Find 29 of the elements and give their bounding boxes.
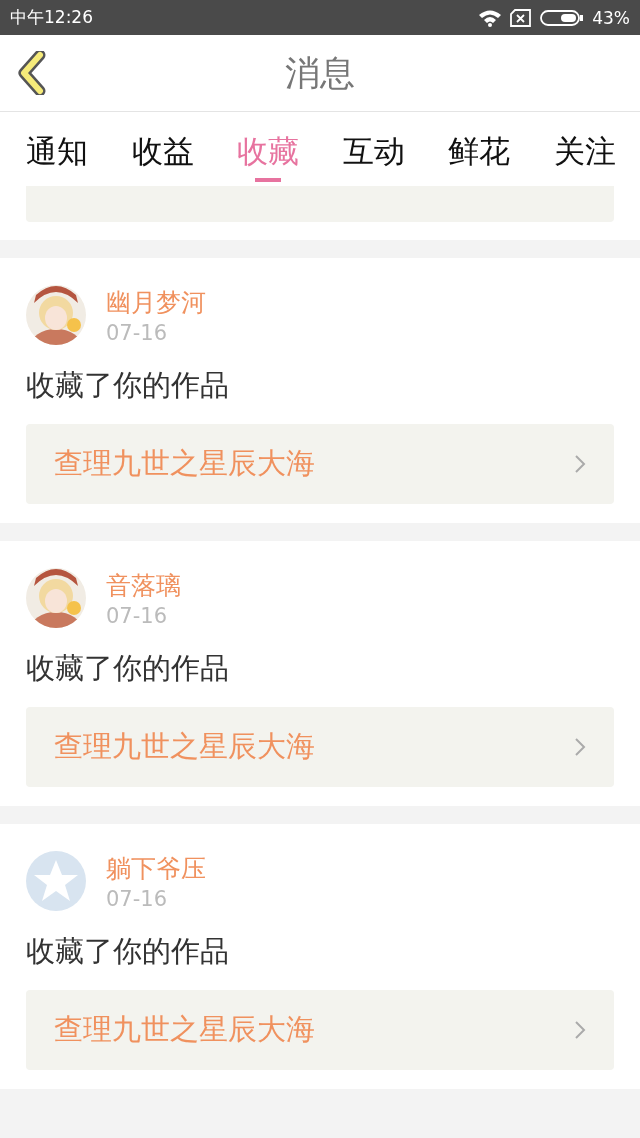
chevron-right-icon — [574, 737, 586, 757]
back-button[interactable] — [16, 51, 48, 98]
battery-percentage: 43% — [592, 7, 630, 28]
user-name[interactable]: 躺下爷压 — [106, 851, 206, 885]
message-date: 07-16 — [106, 320, 169, 345]
message-text: 收藏了你的作品 — [26, 650, 230, 687]
message-date: 07-16 — [106, 603, 169, 628]
user-name[interactable]: 音落璃 — [106, 568, 181, 602]
work-link[interactable]: 查理九世之星辰大海 — [26, 424, 614, 504]
tab[interactable]: 收藏 — [233, 112, 304, 182]
message-date: 07-16 — [106, 886, 169, 911]
chevron-right-icon — [574, 1020, 586, 1040]
tab[interactable]: 关注 — [549, 112, 620, 182]
tab[interactable]: 鲜花 — [444, 112, 515, 182]
status-time: 中午12:26 — [10, 6, 93, 29]
default-avatar-icon — [26, 851, 86, 911]
page-title: 消息 — [285, 51, 355, 95]
message-text: 收藏了你的作品 — [26, 933, 230, 970]
battery-icon — [540, 8, 585, 27]
tab[interactable]: 通知 — [22, 112, 92, 182]
sim-card-icon — [510, 8, 533, 27]
message-text: 收藏了你的作品 — [26, 367, 230, 404]
work-link[interactable]: 查理九世之星辰大海 — [26, 990, 614, 1070]
tab[interactable]: 互动 — [338, 112, 409, 182]
user-name[interactable]: 幽月梦河 — [106, 285, 206, 319]
tab[interactable]: 收益 — [127, 112, 198, 182]
chevron-right-icon — [574, 454, 586, 474]
wifi-icon — [478, 8, 503, 27]
work-link[interactable]: 查理九世之星辰大海 — [26, 707, 614, 787]
